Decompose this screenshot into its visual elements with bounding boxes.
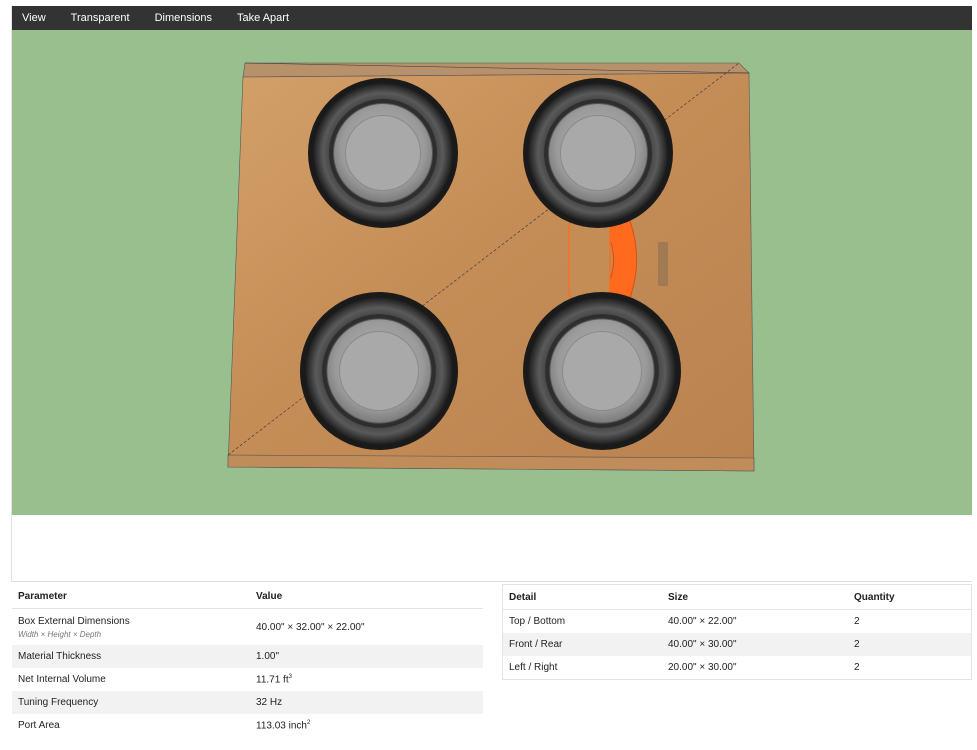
header-parameter: Parameter bbox=[12, 584, 250, 609]
menu-transparent[interactable]: Transparent bbox=[71, 12, 130, 24]
detail-name: Front / Rear bbox=[502, 633, 662, 656]
table-row: Box External Dimensions Width × Height ×… bbox=[12, 609, 483, 646]
detail-size: 40.00" × 30.00" bbox=[662, 633, 848, 656]
table-row: Left / Right 20.00" × 30.00" 2 bbox=[503, 656, 972, 680]
menu-take-apart[interactable]: Take Apart bbox=[237, 12, 289, 24]
param-name: Material Thickness bbox=[12, 645, 250, 668]
header-size: Size bbox=[662, 584, 848, 610]
cut-list-table: Detail Size Quantity Top / Bottom 40.00"… bbox=[502, 584, 972, 680]
unit-superscript: 2 bbox=[306, 719, 311, 726]
param-value: 40.00" × 32.00" × 22.00" bbox=[256, 621, 365, 633]
table-row: Net Internal Volume 11.71 ft3 bbox=[12, 668, 483, 691]
subwoofer-driver bbox=[308, 78, 458, 228]
header-detail: Detail bbox=[502, 584, 662, 610]
detail-size: 40.00" × 22.00" bbox=[668, 616, 737, 627]
table-row: Top / Bottom 40.00" × 22.00" 2 bbox=[503, 610, 972, 634]
param-value: 11.71 ft bbox=[256, 674, 289, 686]
param-value: 113.03 inch bbox=[256, 720, 307, 732]
box-render bbox=[227, 62, 755, 472]
detail-quantity: 2 bbox=[848, 633, 972, 656]
parameters-table: Parameter Value Box External Dimensions … bbox=[12, 584, 483, 737]
table-row: Tuning Frequency 32 Hz bbox=[12, 691, 483, 714]
header-quantity: Quantity bbox=[848, 584, 972, 610]
table-row: Material Thickness 1.00" bbox=[12, 645, 483, 668]
subwoofer-driver bbox=[523, 78, 673, 228]
param-value: 1.00" bbox=[250, 645, 483, 668]
subwoofer-driver bbox=[300, 292, 458, 450]
param-name: Net Internal Volume bbox=[18, 674, 106, 685]
detail-quantity: 2 bbox=[854, 662, 860, 673]
param-name: Port Area bbox=[18, 720, 60, 731]
detail-quantity: 2 bbox=[854, 616, 860, 627]
box-front-panel bbox=[227, 72, 755, 472]
header-value: Value bbox=[250, 584, 483, 609]
viewer-toolbar: View Transparent Dimensions Take Apart bbox=[12, 6, 972, 30]
table-row: Front / Rear 40.00" × 30.00" 2 bbox=[502, 633, 972, 656]
detail-name: Left / Right bbox=[509, 662, 558, 673]
menu-view[interactable]: View bbox=[22, 12, 46, 24]
detail-size: 20.00" × 30.00" bbox=[668, 662, 737, 673]
param-name: Box External Dimensions bbox=[18, 615, 130, 627]
param-subtitle: Width × Height × Depth bbox=[18, 629, 102, 639]
3d-box-viewer[interactable] bbox=[12, 30, 972, 515]
param-value: 32 Hz bbox=[250, 691, 483, 714]
unit-superscript: 3 bbox=[288, 673, 292, 680]
subwoofer-driver bbox=[523, 292, 681, 450]
param-name: Tuning Frequency bbox=[12, 691, 250, 714]
detail-name: Top / Bottom bbox=[509, 616, 566, 627]
viewer-footer bbox=[12, 515, 972, 582]
menu-dimensions[interactable]: Dimensions bbox=[155, 12, 212, 24]
box-bottom-edge bbox=[227, 454, 755, 472]
table-row: Port Area 113.03 inch2 bbox=[12, 714, 483, 737]
